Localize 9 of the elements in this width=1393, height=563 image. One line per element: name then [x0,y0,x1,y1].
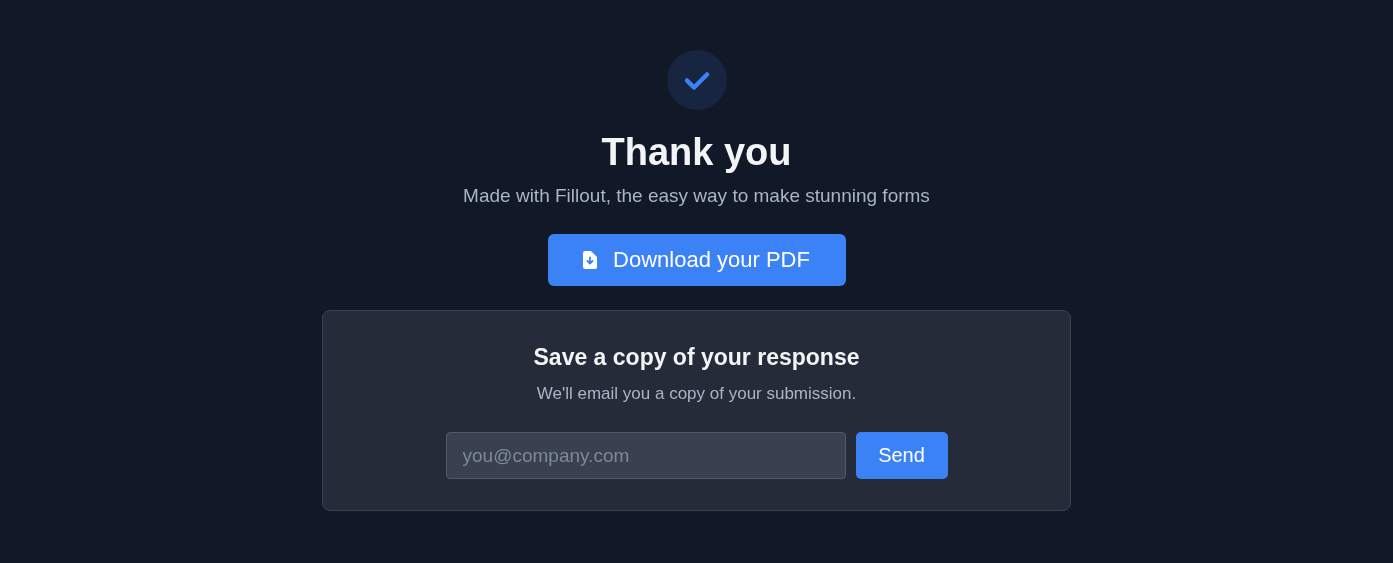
card-heading: Save a copy of your response [533,343,860,371]
subtitle: Made with Fillout, the easy way to make stunning forms [463,184,930,208]
check-icon [666,50,727,110]
send-button[interactable]: Send [855,432,948,479]
card-text: We'll email you a copy of your submission. [536,383,857,405]
download-button[interactable]: Download your PDF [547,234,846,286]
email-field[interactable]: you@company.com [445,432,846,479]
file-download-icon [583,251,598,269]
page-title: Thank you [601,130,792,174]
